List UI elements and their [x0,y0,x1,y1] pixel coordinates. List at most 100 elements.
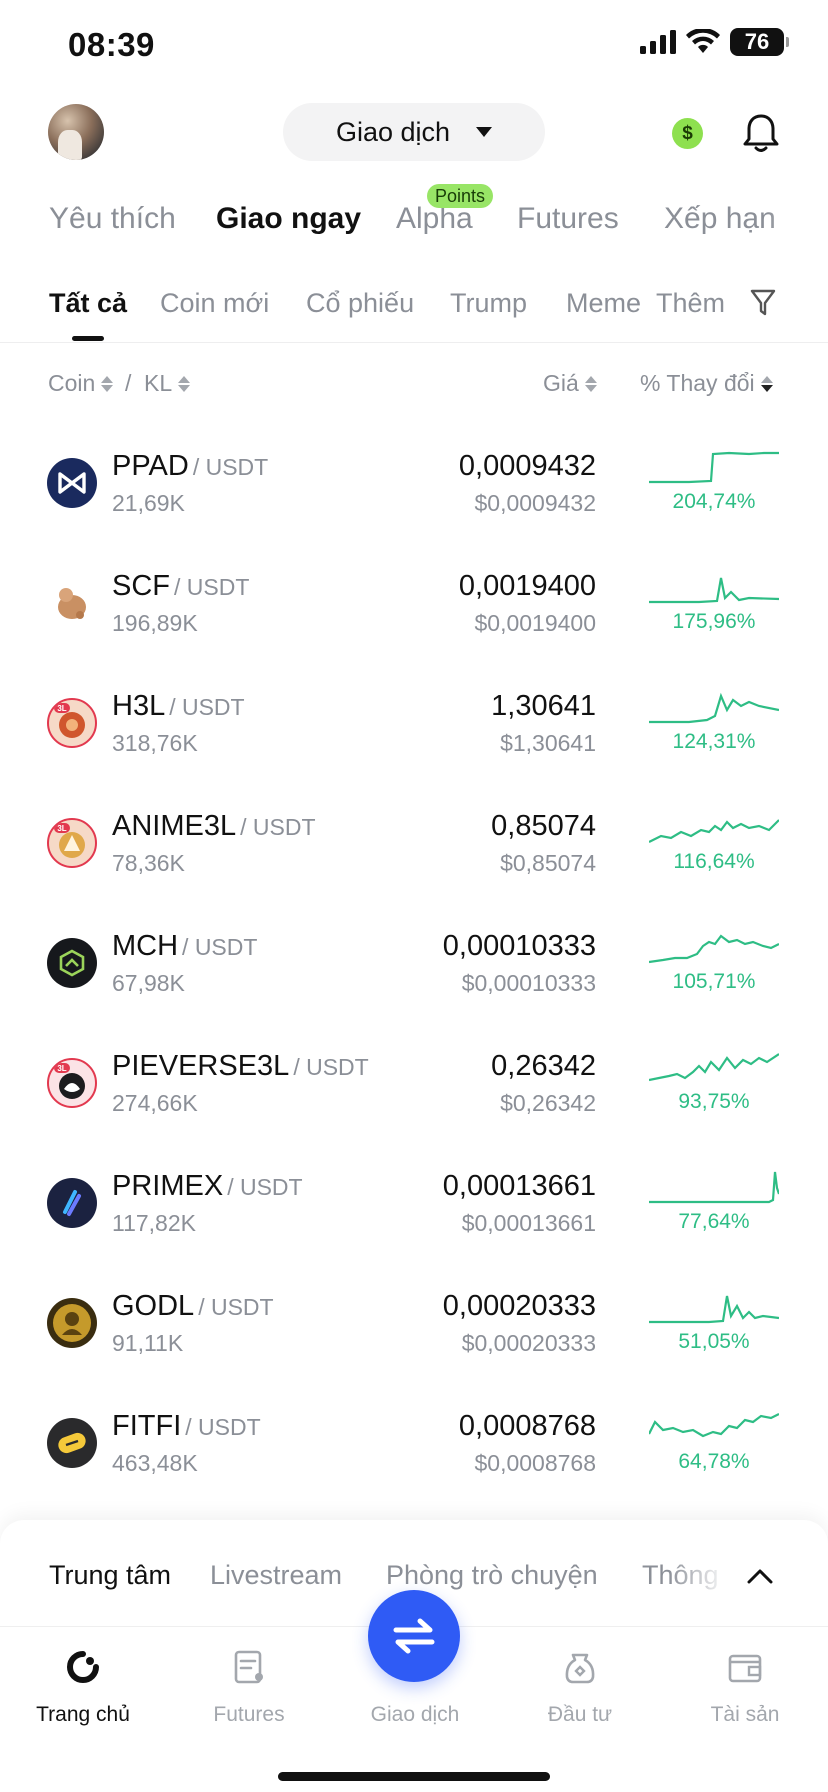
market-list: PPAD / USDT 21,69K 0,0009432 $0,0009432 2… [0,426,828,1506]
volume: 274,66K [112,1090,198,1116]
nav-invest-label: Đầu tư [547,1703,613,1726]
price-usd: $1,30641 [500,730,596,756]
percent-change: 204,74% [672,490,756,513]
main-tabs: Yêu thích Giao ngay Alpha Futures Xếp hạ… [0,192,828,252]
last-price: 1,30641 [491,690,596,722]
nav-futures[interactable]: Futures [166,1627,332,1747]
percent-change: 51,05% [678,1330,750,1353]
price-usd: $0,0019400 [474,610,596,636]
base-symbol: PIEVERSE3L [112,1050,290,1082]
table-row[interactable]: 3L H3L / USDT 318,76K 1,30641 $1,30641 12… [0,666,828,786]
last-price: 0,85074 [491,810,596,842]
base-symbol: H3L [112,690,166,722]
bell-icon[interactable] [742,112,780,154]
table-row[interactable]: MCH / USDT 67,98K 0,00010333 $0,00010333 … [0,906,828,1026]
pair-name: PIEVERSE3L / USDT [112,1050,369,1083]
trade-mode-dropdown[interactable]: Giao dịch [283,103,545,161]
sparkline [649,819,779,843]
percent-change: 93,75% [678,1090,750,1113]
table-row[interactable]: PRIMEX / USDT 117,82K 0,00013661 $0,00013… [0,1146,828,1266]
h3l-logo-icon: 3L [47,698,97,748]
swap-icon [393,1618,435,1654]
sub-tabs: Tất cả Coin mới Cổ phiếu Trump Meme Thêm [0,282,828,342]
pair-name: FITFI / USDT [112,1410,261,1443]
subtab-meme[interactable]: Meme [566,288,641,319]
quote-symbol: / USDT [185,1414,261,1440]
svg-text:3L: 3L [57,704,66,713]
subtab-stocks[interactable]: Cổ phiếu [306,288,414,319]
last-price: 0,00010333 [442,930,596,962]
sort-volume[interactable]: KL [144,370,191,397]
trade-button[interactable] [368,1590,460,1682]
status-time: 08:39 [68,26,155,63]
status-bar: 08:39 76 [0,0,828,92]
sparkline [649,1171,779,1204]
column-separator: / [125,370,132,396]
quote-symbol: / USDT [182,934,258,960]
nav-invest[interactable]: Đầu tư [497,1627,663,1747]
tab-futures[interactable]: Futures [517,202,619,236]
subtab-more[interactable]: Thêm [656,288,725,319]
anime3l-logo-icon: 3L [47,818,97,868]
sort-change[interactable]: % Thay đổi [640,370,773,397]
quote-symbol: / USDT [198,1294,274,1320]
svg-text:3L: 3L [57,824,66,833]
nav-futures-label: Futures [213,1703,285,1726]
quote-symbol: / USDT [240,814,316,840]
tab-favorites[interactable]: Yêu thích [49,202,176,236]
points-badge: Points [427,184,494,208]
trade-mode-label: Giao dịch [335,116,451,147]
chevron-up-icon[interactable] [746,1564,774,1588]
volume: 91,11K [112,1330,184,1356]
dollar-icon[interactable]: $ [672,118,703,149]
base-symbol: PRIMEX [112,1170,224,1202]
svg-text:3L: 3L [57,1064,66,1073]
filter-icon[interactable] [750,288,776,318]
base-symbol: MCH [112,930,179,962]
tab-spot[interactable]: Giao ngay [216,202,361,236]
subtab-trump[interactable]: Trump [450,288,527,319]
volume: 318,76K [112,730,198,756]
home-indicator [278,1772,550,1781]
pair-name: GODL / USDT [112,1290,274,1323]
price-column-label: Giá [543,370,579,396]
volume: 463,48K [112,1450,198,1476]
volume: 196,89K [112,610,198,636]
table-row[interactable]: GODL / USDT 91,11K 0,00020333 $0,00020333… [0,1266,828,1386]
sparkline [649,934,779,964]
table-row[interactable]: PPAD / USDT 21,69K 0,0009432 $0,0009432 2… [0,426,828,546]
futures-icon [234,1650,263,1684]
subtab-new-coins[interactable]: Coin mới [160,288,269,319]
table-row[interactable]: 3L ANIME3L / USDT 78,36K 0,85074 $0,85074… [0,786,828,906]
sparkline [649,577,779,604]
table-row[interactable]: FITFI / USDT 463,48K 0,0008768 $0,0008768… [0,1386,828,1506]
divider [0,342,828,343]
tabs-fade [768,188,828,258]
pair-name: H3L / USDT [112,690,245,723]
pair-name: PRIMEX / USDT [112,1170,303,1203]
nav-home[interactable]: Trang chủ [0,1627,166,1747]
percent-change: 124,31% [672,730,756,753]
sort-coin[interactable]: Coin [48,370,114,397]
table-row[interactable]: SCF / USDT 196,89K 0,0019400 $0,0019400 1… [0,546,828,666]
pair-name: PPAD / USDT [112,450,268,483]
price-usd: $0,0008768 [474,1450,596,1476]
avatar[interactable] [48,104,104,160]
scf-logo-icon [47,578,97,628]
tab-ranking[interactable]: Xếp hạn [664,202,776,236]
battery-icon: 76 [730,28,789,56]
sort-icon [584,375,597,392]
panel-tab-livestream[interactable]: Livestream [210,1560,342,1591]
caret-down-icon [476,127,493,137]
last-price: 0,0019400 [458,570,596,602]
status-icons: 76 [640,28,789,56]
table-row[interactable]: 3L PIEVERSE3L / USDT 274,66K 0,26342 $0,2… [0,1026,828,1146]
panel-tab-chatroom[interactable]: Phòng trò chuyện [386,1560,598,1591]
subtab-all[interactable]: Tất cả [49,288,127,319]
sort-icon [178,375,191,392]
nav-assets[interactable]: Tài sản [662,1627,828,1747]
sort-price[interactable]: Giá [543,370,597,397]
wifi-icon [686,29,720,53]
panel-tab-hub[interactable]: Trung tâm [49,1560,171,1591]
volume-column-label: KL [144,370,173,396]
